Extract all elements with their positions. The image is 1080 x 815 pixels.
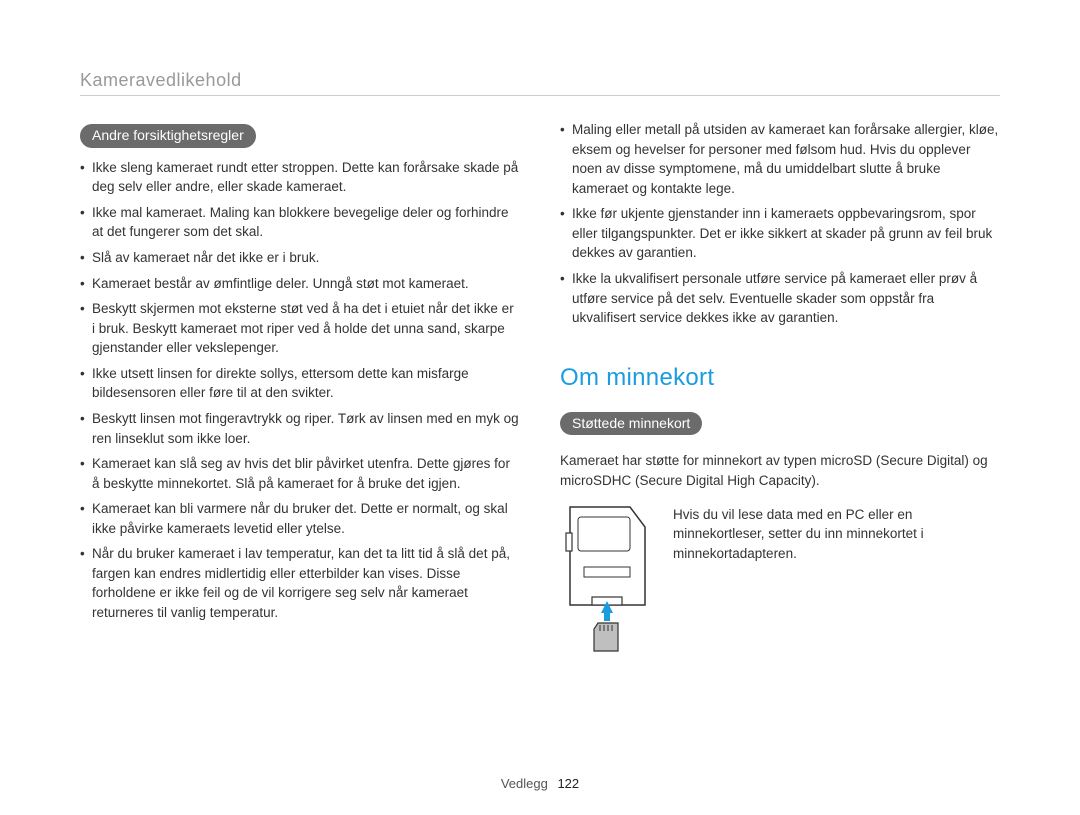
list-item: Ikke sleng kameraet rundt etter stroppen…: [80, 158, 520, 197]
list-item: Kameraet kan bli varmere når du bruker d…: [80, 499, 520, 538]
section-header: Kameravedlikehold: [80, 70, 1000, 91]
list-item: Ikke mal kameraet. Maling kan blokkere b…: [80, 203, 520, 242]
list-item: Ikke før ukjente gjenstander inn i kamer…: [560, 204, 1000, 263]
supported-cards-intro: Kameraet har støtte for minnekort av typ…: [560, 451, 1000, 490]
supported-cards-pill: Støttede minnekort: [560, 412, 702, 436]
list-item: Kameraet kan slå seg av hvis det blir på…: [80, 454, 520, 493]
list-item: Beskytt skjermen mot eksterne støt ved å…: [80, 299, 520, 358]
list-item: Når du bruker kameraet i lav temperatur,…: [80, 544, 520, 622]
list-item: Ikke utsett linsen for direkte sollys, e…: [80, 364, 520, 403]
sd-adapter-icon: [560, 505, 655, 660]
left-column: Andre forsiktighetsregler Ikke sleng kam…: [80, 120, 520, 660]
header-rule: [80, 95, 1000, 96]
precautions-list: Ikke sleng kameraet rundt etter stroppen…: [80, 158, 520, 623]
memory-section-title: Om minnekort: [560, 364, 1000, 392]
adapter-figure-row: Hvis du vil lese data med en PC eller en…: [560, 505, 1000, 660]
two-column-layout: Andre forsiktighetsregler Ikke sleng kam…: [80, 120, 1000, 660]
precautions-list-continued: Maling eller metall på utsiden av kamera…: [560, 120, 1000, 328]
list-item: Slå av kameraet når det ikke er i bruk.: [80, 248, 520, 268]
list-item: Ikke la ukvalifisert personale utføre se…: [560, 269, 1000, 328]
right-column: Maling eller metall på utsiden av kamera…: [560, 120, 1000, 660]
page-footer: Vedlegg 122: [0, 776, 1080, 791]
list-item: Beskytt linsen mot fingeravtrykk og ripe…: [80, 409, 520, 448]
manual-page: Kameravedlikehold Andre forsiktighetsreg…: [0, 0, 1080, 815]
list-item: Kameraet består av ømfintlige deler. Unn…: [80, 274, 520, 294]
adapter-note: Hvis du vil lese data med en PC eller en…: [673, 505, 1000, 564]
footer-page-number: 122: [557, 776, 579, 791]
footer-label: Vedlegg: [501, 776, 548, 791]
precautions-pill: Andre forsiktighetsregler: [80, 124, 256, 148]
list-item: Maling eller metall på utsiden av kamera…: [560, 120, 1000, 198]
